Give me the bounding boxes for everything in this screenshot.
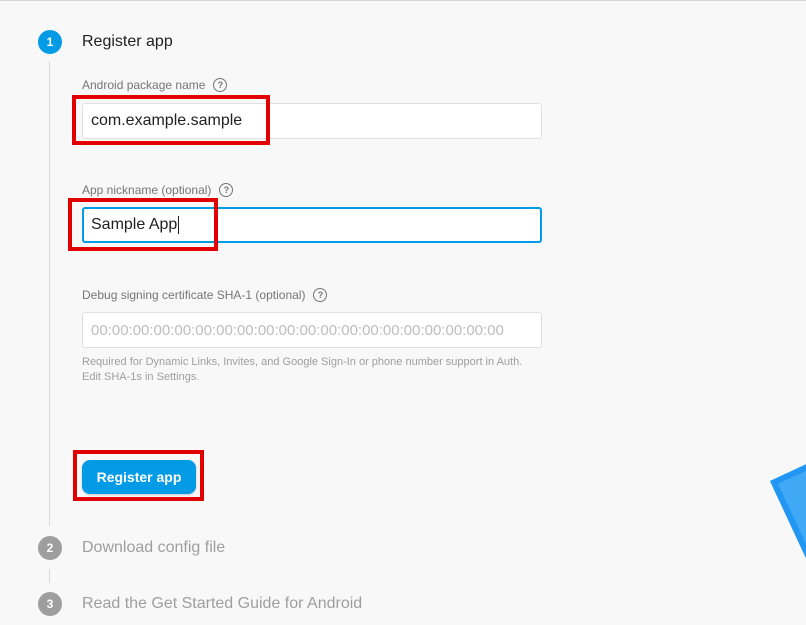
package-name-label-text: Android package name bbox=[82, 78, 206, 92]
step-connector-line bbox=[49, 61, 50, 526]
decorative-illustration bbox=[770, 447, 806, 625]
sha1-input[interactable]: 00:00:00:00:00:00:00:00:00:00:00:00:00:0… bbox=[82, 312, 542, 348]
app-nickname-value: Sample App bbox=[91, 216, 178, 233]
sha1-hint-text: Required for Dynamic Links, Invites, and… bbox=[82, 356, 523, 383]
step-3-title: Read the Get Started Guide for Android bbox=[82, 595, 363, 612]
help-icon[interactable]: ? bbox=[219, 183, 234, 197]
step-1-badge: 1 bbox=[38, 30, 62, 54]
app-nickname-label-text: App nickname (optional) bbox=[82, 183, 212, 197]
sha1-label-text: Debug signing certificate SHA-1 (optiona… bbox=[82, 288, 306, 302]
help-icon[interactable]: ? bbox=[213, 78, 228, 92]
step-2-badge: 2 bbox=[38, 536, 62, 560]
package-name-label: Android package name ? bbox=[82, 78, 228, 92]
firebase-add-android-app-page: 1 Register app Android package name ? co… bbox=[0, 0, 806, 625]
text-caret bbox=[178, 216, 180, 234]
app-nickname-label: App nickname (optional) ? bbox=[82, 183, 234, 197]
package-name-value: com.example.sample bbox=[91, 112, 243, 129]
sha1-label: Debug signing certificate SHA-1 (optiona… bbox=[82, 288, 328, 302]
package-name-input[interactable]: com.example.sample bbox=[82, 103, 542, 139]
step-connector-line bbox=[49, 569, 50, 583]
step-2-title: Download config file bbox=[82, 539, 226, 556]
step-1-title: Register app bbox=[82, 33, 173, 50]
help-icon[interactable]: ? bbox=[313, 288, 328, 302]
register-app-button[interactable]: Register app bbox=[82, 460, 196, 494]
step-3-badge: 3 bbox=[38, 592, 62, 616]
app-nickname-input[interactable]: Sample App bbox=[82, 207, 542, 243]
sha1-placeholder: 00:00:00:00:00:00:00:00:00:00:00:00:00:0… bbox=[91, 321, 504, 339]
